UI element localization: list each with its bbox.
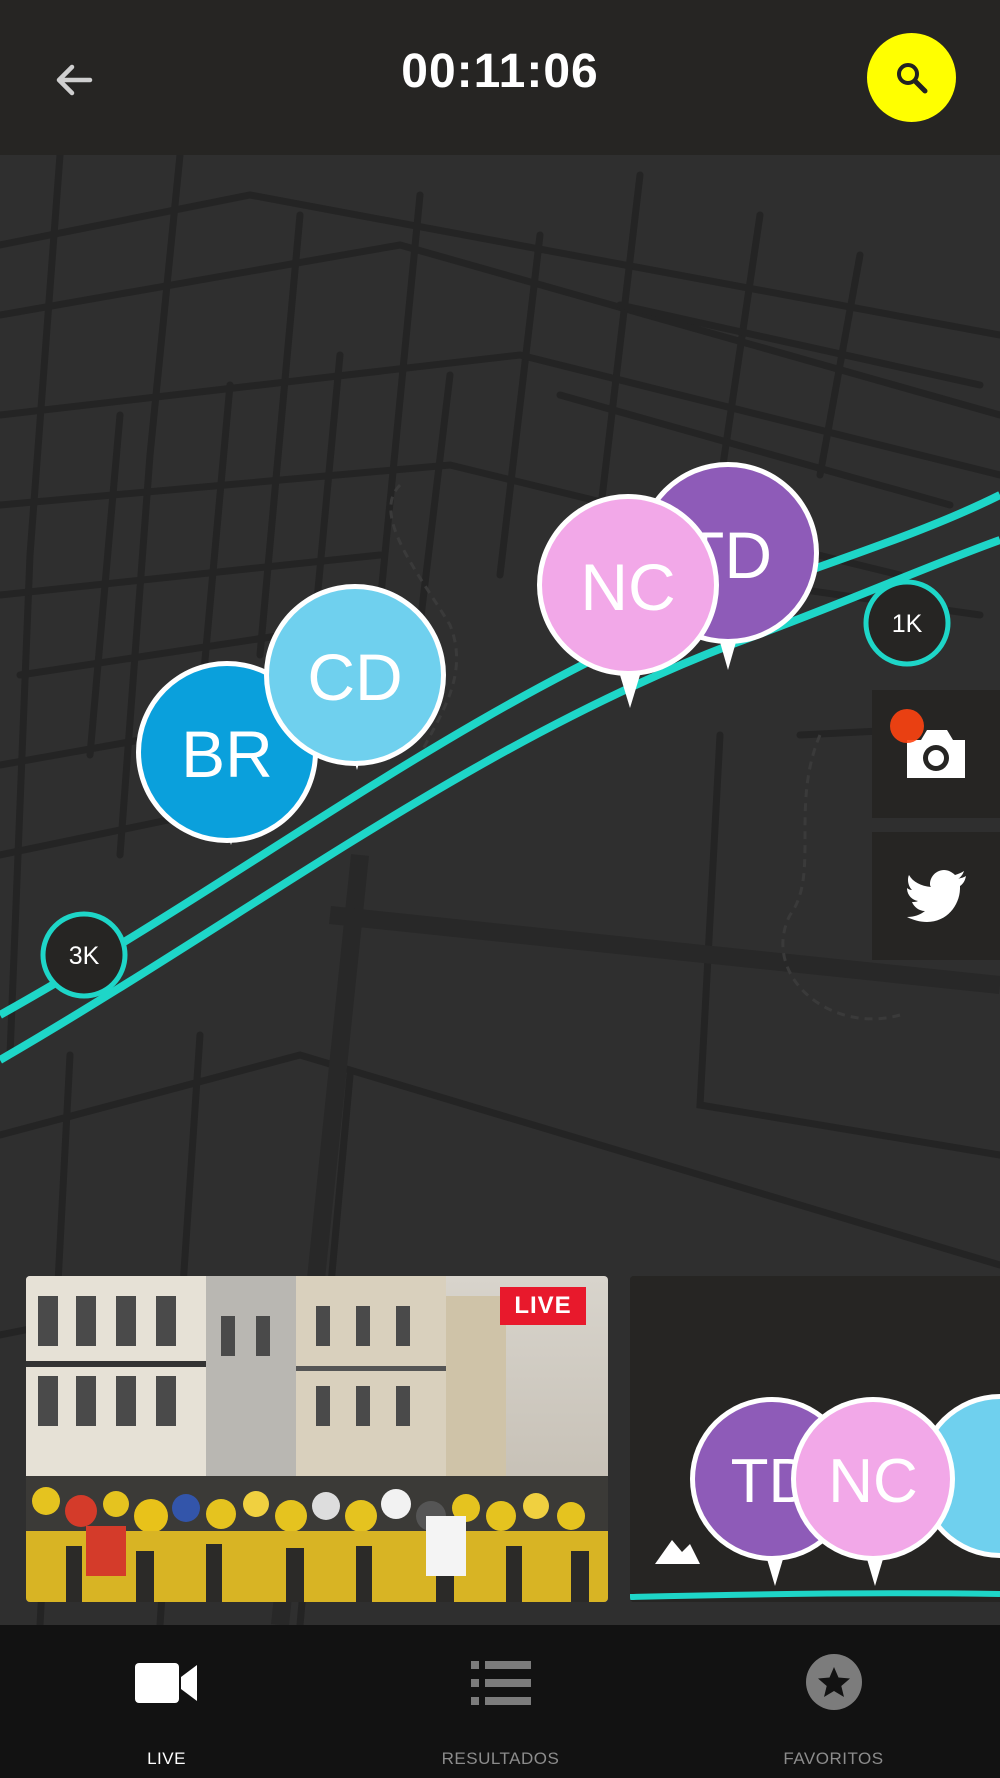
nav-tab-label: RESULTADOS (441, 1749, 560, 1768)
top-bar: 00:11:06 (0, 0, 1000, 155)
runner-initials: NC (580, 550, 675, 624)
twitter-icon (907, 870, 966, 922)
star-icon (805, 1654, 862, 1710)
elevation-preview-card[interactable]: TD NC (630, 1276, 1000, 1602)
camera-button[interactable] (872, 690, 1000, 818)
nav-tab-label: LIVE (147, 1749, 186, 1768)
search-button[interactable] (867, 33, 956, 122)
live-badge: LIVE (500, 1287, 586, 1325)
runner-initials: CD (307, 640, 402, 714)
nav-tab-favoritos[interactable]: FAVORITOS (667, 1625, 1000, 1778)
runner-initials: BR (181, 717, 273, 791)
preview-canvas: TD NC (630, 1276, 1000, 1602)
race-timer: 00:11:06 (401, 45, 599, 98)
bottom-navigation: LIVE RESULTADOS FAVORITOS (0, 1625, 1000, 1778)
km-marker-1k[interactable]: 1K (863, 579, 951, 667)
km-marker-label: 3K (69, 942, 100, 970)
runner-initials: NC (828, 1447, 918, 1516)
search-icon (896, 62, 927, 93)
nav-tab-live[interactable]: LIVE (0, 1625, 333, 1778)
notification-dot (890, 709, 924, 743)
twitter-button[interactable] (872, 832, 1000, 960)
km-marker-label: 1K (892, 610, 923, 638)
list-icon (470, 1661, 531, 1705)
nav-tab-resultados[interactable]: RESULTADOS (334, 1625, 667, 1778)
video-camera-icon (134, 1663, 197, 1703)
km-marker-3k[interactable]: 3K (40, 911, 128, 999)
nav-tab-label: FAVORITOS (783, 1749, 884, 1768)
